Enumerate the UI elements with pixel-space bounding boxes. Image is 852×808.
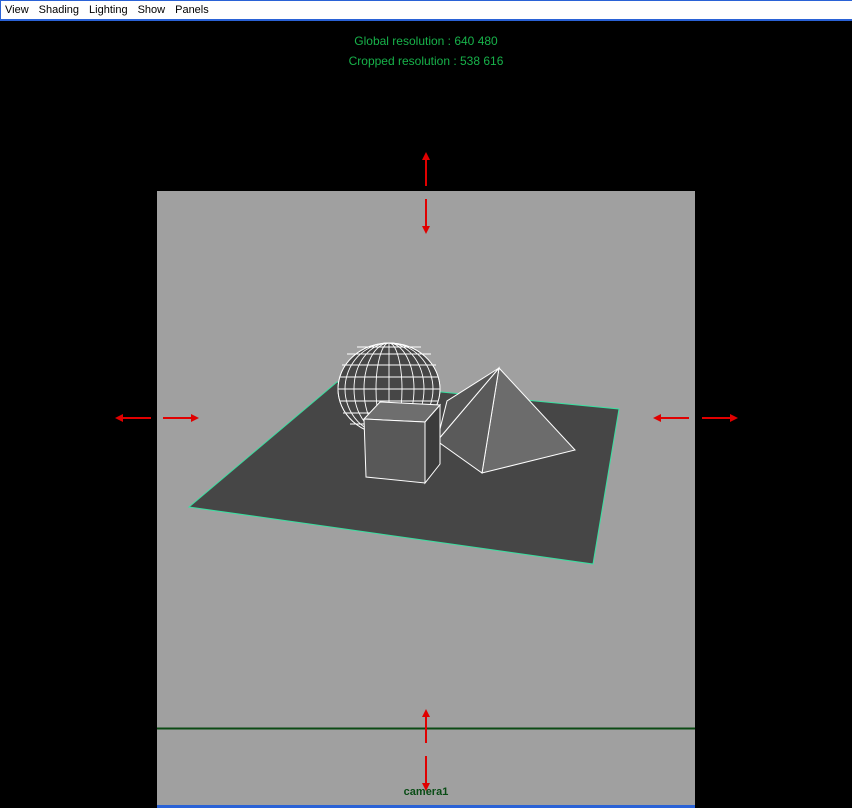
- menu-panels[interactable]: Panels: [175, 4, 209, 16]
- menu-shading[interactable]: Shading: [39, 4, 79, 16]
- panel-menu-bar: View Shading Lighting Show Panels: [0, 0, 852, 21]
- menu-lighting[interactable]: Lighting: [89, 4, 128, 16]
- menu-view[interactable]: View: [5, 4, 29, 16]
- cube[interactable]: [362, 401, 442, 485]
- menu-show[interactable]: Show: [138, 4, 166, 16]
- cropped-resolution-text: Cropped resolution : 538 616: [348, 54, 504, 68]
- global-resolution-text: Global resolution : 640 480: [354, 34, 498, 48]
